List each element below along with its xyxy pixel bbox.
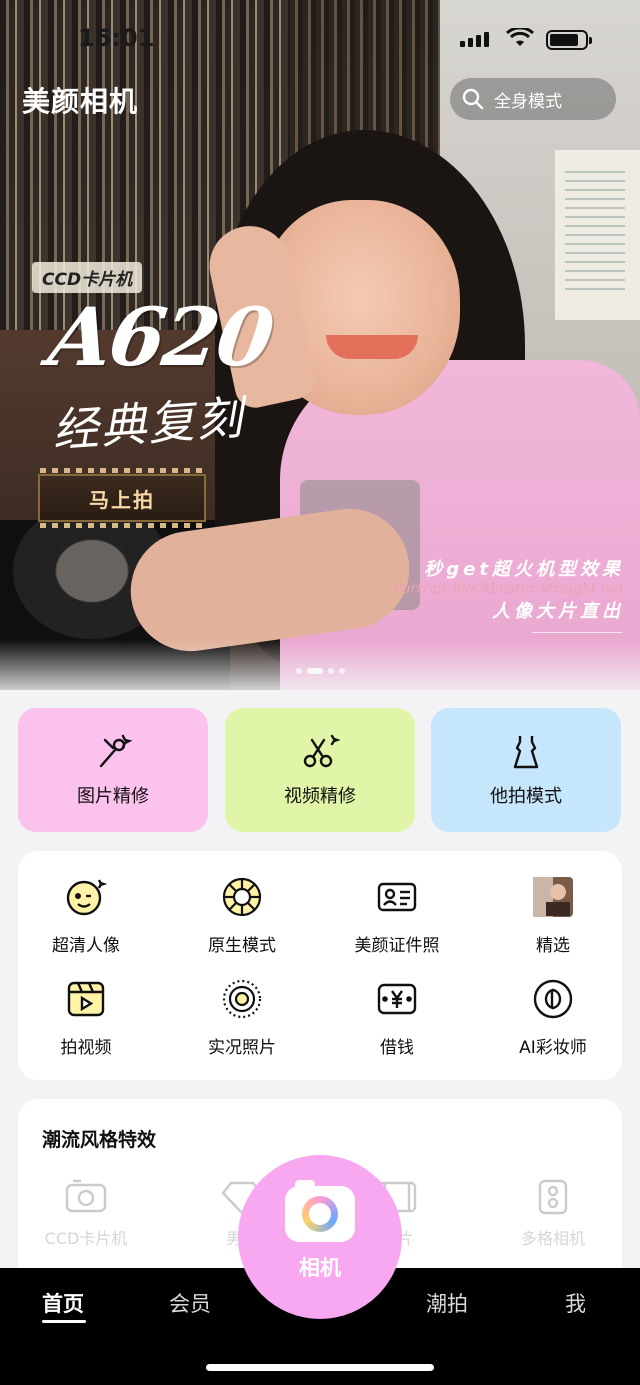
photo-retouch-card[interactable]: 图片精修 — [18, 708, 208, 832]
slogan-line-1: 秒get超火机型效果 — [424, 559, 624, 580]
camera-lens-icon — [302, 1196, 338, 1232]
live-photo-tool[interactable]: 实况照片 — [177, 977, 307, 1058]
search-icon — [462, 88, 484, 110]
trend-title: 潮流风格特效 — [42, 1129, 157, 1151]
native-mode-label: 原生模式 — [208, 936, 276, 956]
live-photo-label: 实况照片 — [208, 1038, 276, 1058]
hero-banner[interactable]: 15:01 美颜相机 全身模式 CCD卡片机 A620 经典复刻 马上拍 秒ge… — [0, 0, 640, 690]
other-shoot-label: 他拍模式 — [490, 786, 562, 807]
camera-icon — [285, 1180, 355, 1242]
aperture-icon — [220, 875, 264, 919]
ccd-camera-icon — [65, 1179, 107, 1213]
ai-makeup-tool[interactable]: AI彩妆师 — [488, 977, 618, 1058]
slogan-line-3: 人像大片直出 — [492, 601, 624, 622]
search-mode-button[interactable]: 全身模式 — [450, 78, 616, 120]
camera-button[interactable]: 相机 — [238, 1155, 402, 1319]
poster-decor — [555, 150, 640, 320]
tab-vip[interactable]: 会员 — [169, 1288, 211, 1318]
tools-panel: 超清人像 原生模式 美颜证件照 精选 拍视频 实况照片 借钱 AI彩妆师 — [18, 851, 622, 1080]
shoot-now-button[interactable]: 马上拍 — [38, 468, 206, 528]
hero-fade — [0, 640, 640, 690]
status-time: 15:01 — [78, 24, 155, 52]
scissors-icon — [300, 732, 340, 772]
hd-portrait-label: 超清人像 — [52, 936, 120, 956]
banner-tag: CCD卡片机 — [32, 262, 143, 293]
video-retouch-label: 视频精修 — [284, 786, 356, 807]
banner-model-title: A620 — [43, 290, 278, 384]
face-icon — [64, 875, 108, 919]
search-mode-label: 全身模式 — [494, 91, 562, 112]
id-card-icon — [375, 875, 419, 919]
active-tab-indicator — [42, 1320, 86, 1323]
slogan-line-2: Portrait blockbuster straight out — [392, 581, 624, 597]
wifi-icon — [506, 28, 534, 46]
tab-trend-shoot[interactable]: 潮拍 — [426, 1288, 468, 1318]
makeup-brand-icon — [531, 977, 575, 1021]
model-lips — [326, 335, 418, 359]
shoot-video-tool[interactable]: 拍视频 — [21, 977, 151, 1058]
borrow-money-tool[interactable]: 借钱 — [332, 977, 462, 1058]
photo-retouch-label: 图片精修 — [77, 786, 149, 807]
trend-item-label: CCD卡片机 — [44, 1229, 128, 1248]
battery-icon — [546, 30, 592, 50]
id-photo-label: 美颜证件照 — [354, 936, 440, 956]
tab-home[interactable]: 首页 — [42, 1288, 84, 1318]
trend-item-ccd[interactable]: CCD卡片机 — [21, 1179, 151, 1249]
banner-subtitle: 经典复刻 — [50, 390, 246, 458]
video-retouch-card[interactable]: 视频精修 — [225, 708, 415, 832]
banner-slogan: 秒get超火机型效果 Portrait blockbuster straight… — [393, 555, 624, 623]
featured-tool[interactable]: 精选 — [488, 875, 618, 956]
hd-portrait-tool[interactable]: 超清人像 — [21, 875, 151, 956]
trend-item-label: 多格相机 — [520, 1229, 585, 1248]
multi-camera-icon — [538, 1179, 568, 1215]
shoot-video-label: 拍视频 — [60, 1038, 112, 1058]
shoot-now-label: 马上拍 — [89, 487, 155, 512]
signal-icon — [460, 32, 489, 47]
trend-item-multi-grid[interactable]: 多格相机 — [488, 1179, 618, 1249]
borrow-money-label: 借钱 — [380, 1038, 414, 1058]
yen-icon — [375, 977, 419, 1021]
tab-me[interactable]: 我 — [565, 1288, 586, 1318]
id-photo-tool[interactable]: 美颜证件照 — [332, 875, 462, 956]
featured-label: 精选 — [536, 936, 570, 956]
home-indicator — [206, 1364, 434, 1371]
camera-button-label: 相机 — [299, 1256, 341, 1280]
photo-thumbnail-icon — [531, 875, 575, 919]
video-clapper-icon — [64, 977, 108, 1021]
other-shoot-card[interactable]: 他拍模式 — [431, 708, 621, 832]
dress-icon — [506, 732, 546, 772]
live-photo-icon — [220, 977, 264, 1021]
native-mode-tool[interactable]: 原生模式 — [177, 875, 307, 956]
status-bar: 15:01 — [0, 20, 640, 60]
app-title: 美颜相机 — [22, 85, 139, 118]
ai-makeup-label: AI彩妆师 — [519, 1038, 587, 1058]
slogan-divider — [532, 632, 622, 633]
magic-wand-icon — [93, 732, 133, 772]
